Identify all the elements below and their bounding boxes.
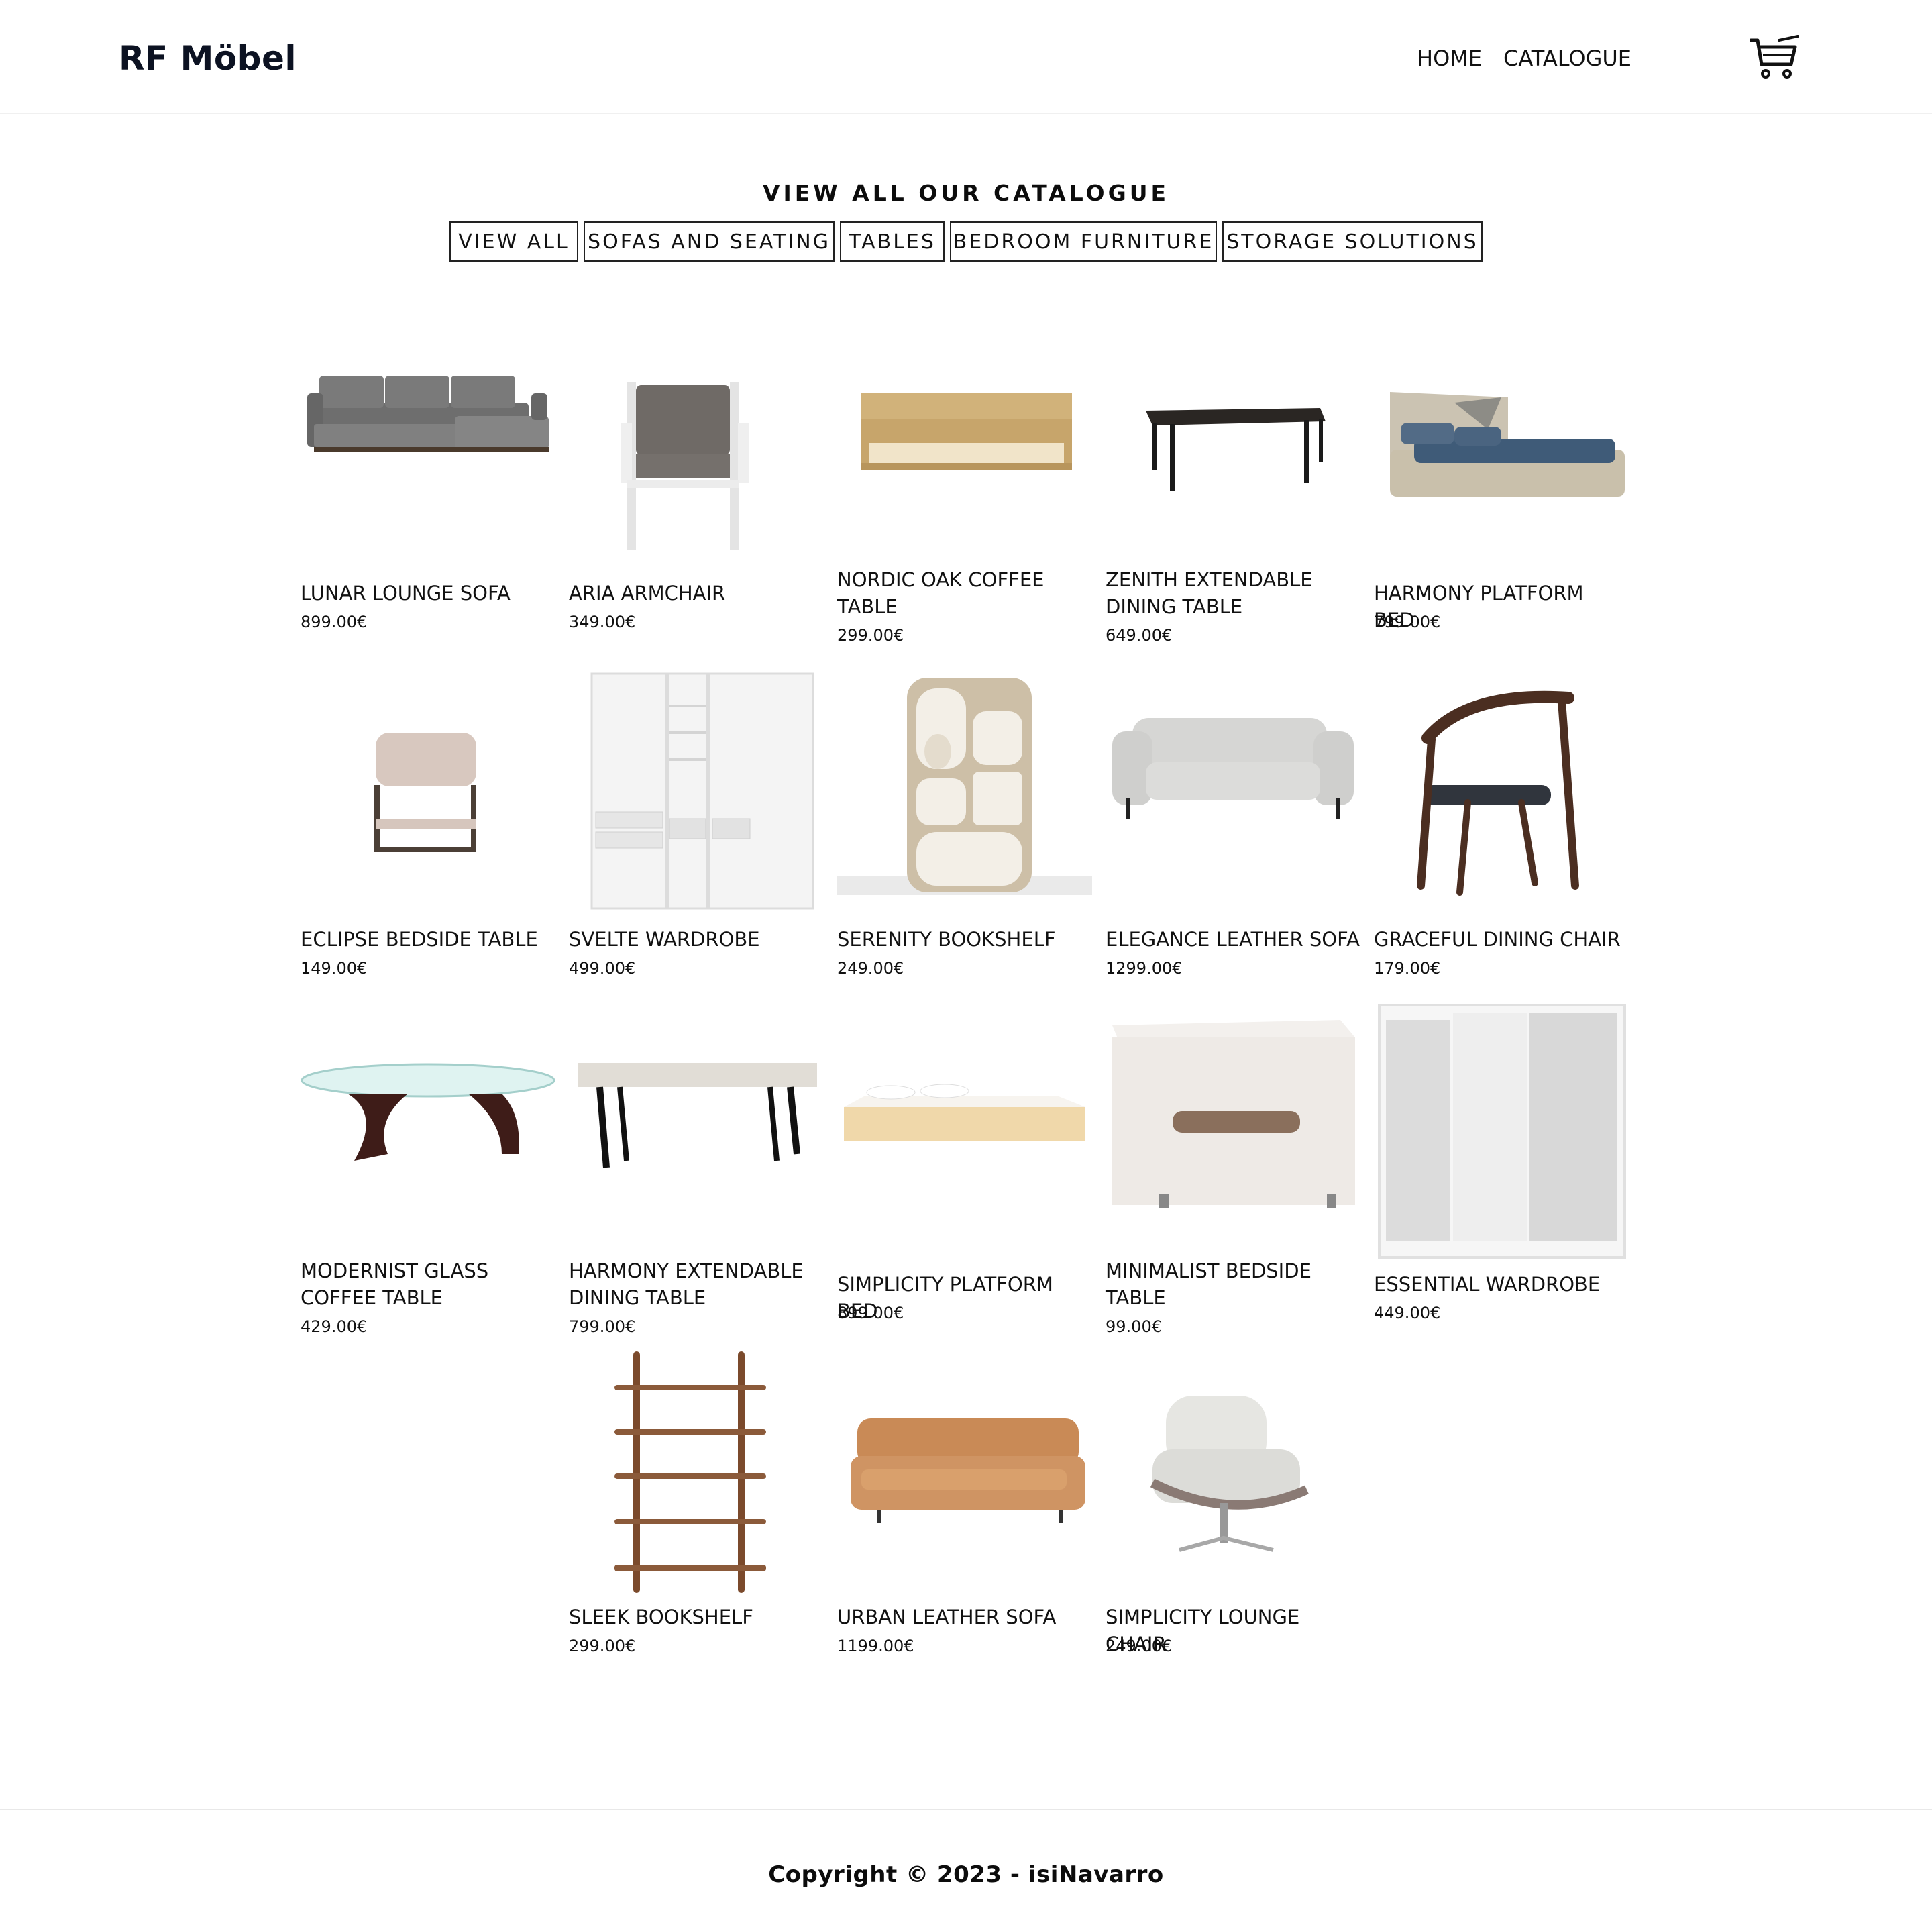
product-price: 499.00€ <box>569 959 636 978</box>
product-name: NORDIC OAK COFFEE TABLE <box>837 568 1044 618</box>
product-card[interactable]: ESSENTIAL WARDROBE 449.00€ <box>1374 1000 1629 1335</box>
product-image-leather-sofa[interactable] <box>1106 705 1360 859</box>
product-image-coffee-table[interactable] <box>837 382 1092 517</box>
product-image-wardrobe[interactable] <box>569 664 824 913</box>
product-name: SVELTE WARDROBE <box>569 928 760 951</box>
product-price: 179.00€ <box>1374 959 1441 978</box>
product-name: URBAN LEATHER SOFA <box>837 1606 1057 1628</box>
product-price: 249.00€ <box>837 959 904 978</box>
nav-home[interactable]: HOME <box>1417 46 1482 71</box>
product-card[interactable]: HARMONY EXTENDABLE DINING TABLE 799.00€ <box>569 1000 824 1336</box>
product-image-tan-sofa[interactable] <box>837 1409 1092 1557</box>
product-price: 799.00€ <box>1374 613 1441 631</box>
site-header: RF Möbel HOME CATALOGUE <box>0 0 1932 114</box>
shopping-cart-icon[interactable] <box>1750 35 1801 82</box>
product-image-lounge-chair[interactable] <box>1106 1389 1360 1577</box>
product-image-bedside-table[interactable] <box>301 698 555 899</box>
product-name: ESSENTIAL WARDROBE <box>1374 1273 1601 1296</box>
product-card[interactable]: ZENITH EXTENDABLE DINING TABLE 649.00€ <box>1106 302 1360 645</box>
product-name: GRACEFUL DINING CHAIR <box>1374 928 1621 951</box>
product-card[interactable]: ELEGANCE LEATHER SOFA 1299.00€ <box>1106 658 1360 980</box>
filter-tables[interactable]: TABLES <box>840 221 945 262</box>
product-card[interactable]: SIMPLICITY PLATFORM BED 899.00€ <box>837 1000 1092 1335</box>
product-price: 149.00€ <box>301 959 368 978</box>
product-image-dining-table[interactable] <box>1106 389 1360 523</box>
product-name: MODERNIST GLASS COFFEE TABLE <box>301 1259 489 1309</box>
product-image-ladder-bookshelf[interactable] <box>569 1349 824 1597</box>
filter-view-all[interactable]: VIEW ALL <box>449 221 578 262</box>
product-price: 1299.00€ <box>1106 959 1183 978</box>
product-price: 299.00€ <box>837 626 904 645</box>
product-card[interactable]: LUNAR LOUNGE SOFA 899.00€ <box>301 302 555 637</box>
product-price: 449.00€ <box>1374 1304 1441 1323</box>
product-image-concrete-dining-table[interactable] <box>569 1053 824 1188</box>
product-name: ELEGANCE LEATHER SOFA <box>1106 928 1360 951</box>
product-card[interactable]: SLEEK BOOKSHELF 299.00€ <box>569 1349 824 1671</box>
product-price: 349.00€ <box>569 613 636 631</box>
product-price: 1199.00€ <box>837 1637 914 1655</box>
product-image-bookshelf[interactable] <box>837 671 1092 906</box>
product-image-armchair[interactable] <box>569 376 824 557</box>
copyright-text: Copyright © 2023 - isiNavarro <box>768 1861 1164 1888</box>
product-card[interactable]: ARIA ARMCHAIR 349.00€ <box>569 302 824 637</box>
product-price: 249.00€ <box>1106 1637 1173 1655</box>
product-name: ZENITH EXTENDABLE DINING TABLE <box>1106 568 1313 618</box>
product-card[interactable]: MODERNIST GLASS COFFEE TABLE 429.00€ <box>301 1000 555 1336</box>
product-name: ARIA ARMCHAIR <box>569 582 726 605</box>
brand-logo[interactable]: RF Möbel <box>119 39 297 78</box>
product-image-bed[interactable] <box>1374 382 1629 530</box>
product-price: 799.00€ <box>569 1317 636 1336</box>
product-name: SERENITY BOOKSHELF <box>837 928 1056 951</box>
product-card[interactable]: SVELTE WARDROBE 499.00€ <box>569 658 824 980</box>
product-image-sofa[interactable] <box>301 349 555 510</box>
filter-storage-solutions[interactable]: STORAGE SOLUTIONS <box>1222 221 1483 262</box>
product-price: 899.00€ <box>837 1304 904 1323</box>
product-name: SLEEK BOOKSHELF <box>569 1606 753 1628</box>
product-image-mirror-wardrobe[interactable] <box>1374 1000 1629 1261</box>
product-price: 299.00€ <box>569 1637 636 1655</box>
product-image-pine-bed[interactable] <box>837 1067 1092 1201</box>
product-name: HARMONY EXTENDABLE DINING TABLE <box>569 1259 804 1309</box>
product-price: 429.00€ <box>301 1317 368 1336</box>
product-name: LUNAR LOUNGE SOFA <box>301 582 511 605</box>
product-card[interactable]: ECLIPSE BEDSIDE TABLE 149.00€ <box>301 658 555 980</box>
product-price: 899.00€ <box>301 613 368 631</box>
product-price: 99.00€ <box>1106 1317 1162 1336</box>
product-image-dining-chair[interactable] <box>1374 684 1629 899</box>
product-card[interactable]: HARMONY PLATFORM BED 799.00€ <box>1374 302 1629 637</box>
catalogue-title: VIEW ALL OUR CATALOGUE <box>762 180 1170 206</box>
product-card[interactable]: GRACEFUL DINING CHAIR 179.00€ <box>1374 658 1629 980</box>
product-image-glass-coffee-table[interactable] <box>301 1053 555 1188</box>
product-image-white-bedside[interactable] <box>1106 1013 1360 1214</box>
nav-catalogue[interactable]: CATALOGUE <box>1503 46 1631 71</box>
product-name: ECLIPSE BEDSIDE TABLE <box>301 928 538 951</box>
product-card[interactable]: NORDIC OAK COFFEE TABLE 299.00€ <box>837 302 1092 645</box>
product-card[interactable]: SERENITY BOOKSHELF 249.00€ <box>837 658 1092 980</box>
product-price: 649.00€ <box>1106 626 1173 645</box>
filter-bedroom-furniture[interactable]: BEDROOM FURNITURE <box>950 221 1217 262</box>
product-card[interactable]: MINIMALIST BEDSIDE TABLE 99.00€ <box>1106 1000 1360 1336</box>
product-card[interactable]: SIMPLICITY LOUNGE CHAIR 249.00€ <box>1106 1349 1360 1671</box>
filter-sofas-and-seating[interactable]: SOFAS AND SEATING <box>584 221 835 262</box>
site-footer: Copyright © 2023 - isiNavarro <box>0 1809 1932 1915</box>
product-card[interactable]: URBAN LEATHER SOFA 1199.00€ <box>837 1349 1092 1671</box>
product-name: MINIMALIST BEDSIDE TABLE <box>1106 1259 1311 1309</box>
